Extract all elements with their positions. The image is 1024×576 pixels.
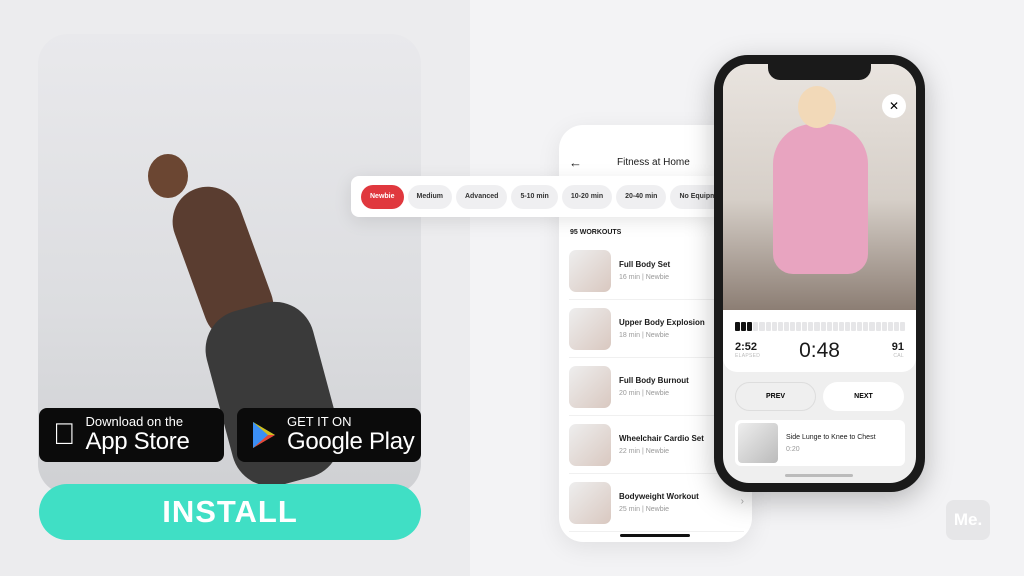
next-exercise-thumbnail bbox=[738, 423, 778, 463]
progress-segment bbox=[771, 322, 777, 331]
progress-segment bbox=[747, 322, 753, 331]
notch bbox=[768, 64, 871, 80]
next-exercise-name: Side Lunge to Knee to Chest bbox=[786, 433, 876, 441]
google-play-big: Google Play bbox=[287, 428, 415, 455]
workout-thumbnail bbox=[569, 423, 611, 466]
app-store-badge[interactable]:  Download on theApp Store bbox=[39, 408, 224, 462]
progress-segment bbox=[808, 322, 814, 331]
progress-segment bbox=[851, 322, 857, 331]
progress-segment bbox=[869, 322, 875, 331]
progress-segment bbox=[765, 322, 771, 331]
workout-video[interactable]: ✕ bbox=[723, 64, 916, 310]
close-icon[interactable]: ✕ bbox=[882, 94, 906, 118]
next-exercise-duration: 0:20 bbox=[786, 445, 800, 453]
home-indicator bbox=[620, 534, 690, 537]
filter-chip[interactable]: 5-10 min bbox=[511, 184, 558, 209]
progress-segment bbox=[863, 322, 869, 331]
filter-chip[interactable]: 10-20 min bbox=[561, 184, 613, 209]
workout-thumbnail bbox=[569, 481, 611, 524]
progress-segment bbox=[893, 322, 899, 331]
brand-logo: Me. bbox=[946, 500, 990, 540]
filter-chip[interactable]: Advanced bbox=[455, 184, 508, 209]
timer: 0:48 bbox=[799, 339, 840, 362]
workout-name: Full Body Set bbox=[619, 260, 671, 269]
workout-duration: 25 min bbox=[619, 506, 641, 513]
progress-segment bbox=[814, 322, 820, 331]
workout-name: Full Body Burnout bbox=[619, 376, 689, 385]
filter-chip[interactable]: Newbie bbox=[361, 184, 404, 209]
progress-segment bbox=[832, 322, 838, 331]
progress-segment bbox=[783, 322, 789, 331]
progress-segment bbox=[777, 322, 783, 331]
home-indicator bbox=[785, 474, 853, 477]
next-exercise-card[interactable]: Side Lunge to Knee to Chest 0:20 bbox=[735, 420, 905, 466]
workout-duration: 20 min bbox=[619, 390, 641, 397]
next-button[interactable]: NEXT bbox=[823, 382, 904, 411]
workout-level: Newbie bbox=[645, 390, 670, 397]
install-button[interactable]: INSTALL bbox=[39, 484, 421, 540]
progress-segment bbox=[887, 322, 893, 331]
workout-list-item[interactable]: Bodyweight Workout 25 min | Newbie › bbox=[569, 474, 744, 532]
progress-segment bbox=[789, 322, 796, 331]
logo-text: Me. bbox=[953, 510, 983, 529]
progress-segment bbox=[875, 322, 881, 331]
filter-chip[interactable]: 20-40 min bbox=[616, 184, 667, 209]
filter-chip-bar: Newbie Medium Advanced 5-10 min 10-20 min 20-… bbox=[351, 176, 717, 217]
workout-name: Upper Body Explosion bbox=[619, 318, 705, 327]
workout-thumbnail bbox=[569, 365, 611, 408]
workout-duration: 22 min bbox=[619, 448, 641, 455]
app-store-small: Download on the bbox=[63, 414, 184, 429]
progress-segment bbox=[826, 322, 832, 331]
chevron-right-icon: › bbox=[740, 496, 744, 507]
google-play-small: GET IT ON bbox=[287, 414, 352, 429]
workout-name: Bodyweight Workout bbox=[619, 492, 699, 501]
calories-value: 91 bbox=[891, 341, 904, 353]
filter-chip[interactable]: No Equipment bbox=[670, 184, 717, 209]
progress-segment bbox=[796, 322, 802, 331]
apple-icon:  bbox=[53, 418, 76, 452]
google-play-icon bbox=[253, 422, 275, 448]
progress-segment bbox=[838, 322, 844, 331]
progress-segment bbox=[899, 322, 906, 331]
progress-segment bbox=[881, 322, 887, 331]
progress-segment bbox=[844, 322, 851, 331]
progress-segment bbox=[759, 322, 765, 331]
workout-count: 95 WORKOUTS bbox=[570, 229, 622, 236]
workout-duration: 18 min bbox=[619, 332, 641, 339]
workout-level: Newbie bbox=[645, 332, 670, 339]
back-arrow-icon[interactable]: ← bbox=[569, 155, 582, 170]
workout-name: Wheelchair Cardio Set bbox=[619, 434, 704, 443]
workout-level: Newbie bbox=[645, 274, 670, 281]
calories: 91 CAL bbox=[892, 341, 904, 359]
prev-button[interactable]: PREV bbox=[735, 382, 816, 411]
filter-chip[interactable]: Medium bbox=[407, 184, 452, 209]
workout-thumbnail bbox=[569, 249, 611, 292]
stats-card: 2:52 ELAPSED 0:48 91 CAL bbox=[723, 310, 916, 372]
progress-segment bbox=[820, 322, 826, 331]
workout-level: Newbie bbox=[645, 506, 670, 513]
progress-segment bbox=[753, 322, 759, 331]
workout-thumbnail bbox=[569, 307, 611, 350]
calories-label: CAL bbox=[893, 353, 904, 359]
workout-level: Newbie bbox=[645, 448, 670, 455]
player-phone: ✕ 2:52 ELAPSED 0:48 91 CAL PREV NEXT Side … bbox=[714, 55, 925, 492]
progress-segment bbox=[735, 322, 741, 331]
progress-segment bbox=[741, 322, 747, 331]
app-store-big: App Store bbox=[63, 428, 190, 455]
progress-bar bbox=[735, 322, 906, 331]
google-play-badge[interactable]: GET IT ON Google Play bbox=[237, 408, 421, 462]
page-title: Fitness at Home bbox=[617, 157, 690, 168]
workout-duration: 16 min bbox=[619, 274, 641, 281]
progress-segment bbox=[802, 322, 808, 331]
progress-segment bbox=[857, 322, 863, 331]
